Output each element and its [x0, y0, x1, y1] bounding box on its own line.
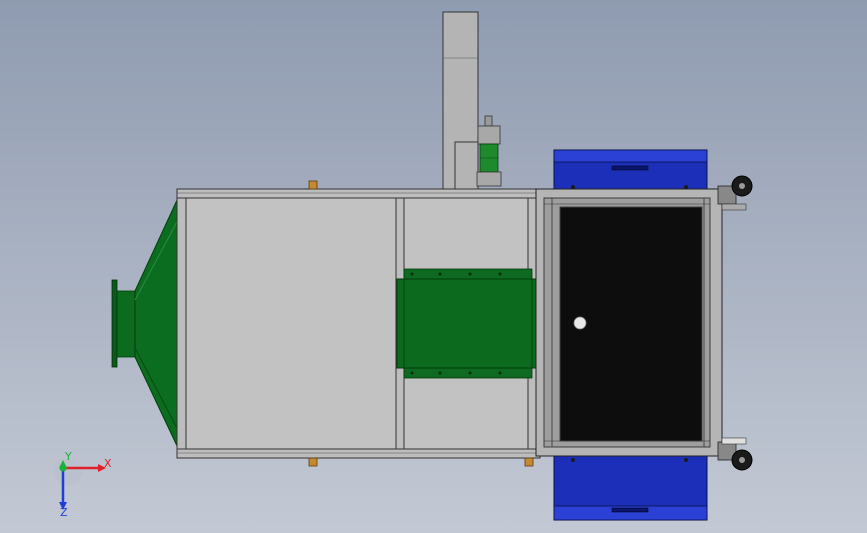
end-frame[interactable]: [535, 185, 723, 462]
cad-model-view[interactable]: [0, 0, 867, 533]
y-axis-label: Y: [64, 452, 72, 463]
triad-origin: [59, 464, 67, 472]
internal-filter[interactable]: [396, 268, 544, 379]
coordinate-triad: X Y Z: [54, 452, 112, 518]
pressure-gauge[interactable]: [476, 115, 502, 187]
inlet-flange[interactable]: [111, 279, 136, 368]
inlet-hood[interactable]: [134, 197, 179, 449]
x-axis-label: X: [104, 457, 112, 470]
chimney-duct[interactable]: [442, 11, 479, 191]
caster-wheels[interactable]: [717, 175, 753, 471]
z-axis-label: Z: [60, 506, 68, 518]
cad-viewport[interactable]: X Y Z: [0, 0, 867, 533]
